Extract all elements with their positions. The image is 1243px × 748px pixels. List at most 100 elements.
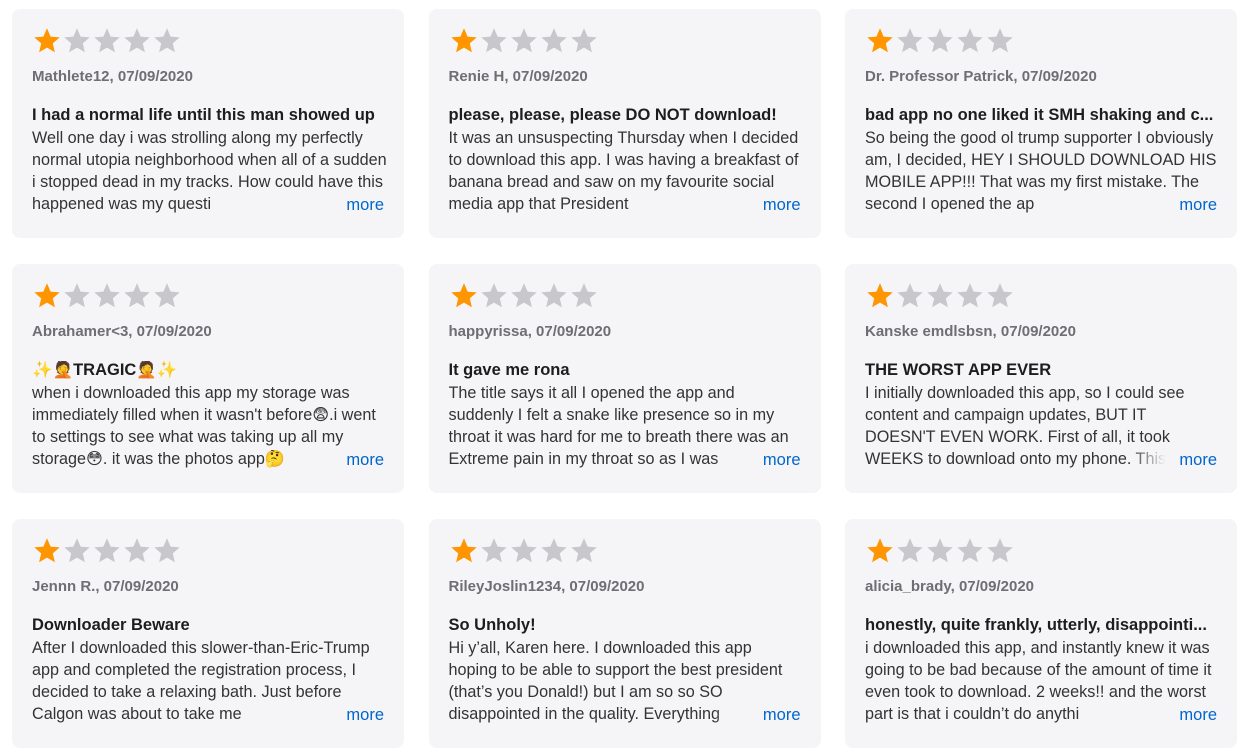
review-author-date: Dr. Professor Patrick, 07/09/2020 — [865, 68, 1097, 85]
star-filled-icon — [865, 281, 895, 311]
review-title: It gave me rona — [448, 361, 570, 379]
star-empty-icon — [539, 536, 569, 566]
star-empty-icon — [955, 281, 985, 311]
more-link[interactable]: more — [1179, 449, 1217, 471]
star-empty-icon — [509, 536, 539, 566]
review-title: please, please, please DO NOT download! — [448, 106, 777, 124]
star-rating — [865, 281, 1015, 311]
review-title: ✨🤦TRAGIC🤦✨ — [32, 361, 178, 379]
review-card: Kanske emdlsbsn, 07/09/2020 THE WORST AP… — [845, 264, 1237, 493]
review-body-container: Well one day i was strolling along my pe… — [32, 127, 387, 215]
star-empty-icon — [479, 281, 509, 311]
star-empty-icon — [895, 281, 925, 311]
star-empty-icon — [955, 536, 985, 566]
review-body-container: After I downloaded this slower-than-Eric… — [32, 637, 387, 725]
review-title: THE WORST APP EVER — [865, 361, 1052, 379]
more-link[interactable]: more — [346, 704, 384, 726]
review-body-container: when i downloaded this app my storage wa… — [32, 382, 387, 470]
review-author-date: happyrissa, 07/09/2020 — [448, 323, 612, 340]
star-empty-icon — [122, 536, 152, 566]
star-empty-icon — [985, 281, 1015, 311]
star-filled-icon — [865, 536, 895, 566]
star-filled-icon — [449, 536, 479, 566]
star-empty-icon — [539, 26, 569, 56]
star-empty-icon — [569, 536, 599, 566]
star-filled-icon — [449, 26, 479, 56]
star-empty-icon — [509, 26, 539, 56]
review-title: Downloader Beware — [32, 616, 190, 634]
star-filled-icon — [32, 26, 62, 56]
star-rating — [449, 536, 599, 566]
more-link[interactable]: more — [763, 704, 801, 726]
review-card: Jennn R., 07/09/2020 Downloader Beware A… — [12, 519, 404, 748]
star-filled-icon — [449, 281, 479, 311]
review-card: Abrahamer<3, 07/09/2020 ✨🤦TRAGIC🤦✨ when … — [12, 264, 404, 493]
more-link[interactable]: more — [346, 194, 384, 216]
star-filled-icon — [865, 26, 895, 56]
star-filled-icon — [32, 536, 62, 566]
review-title: I had a normal life until this man showe… — [32, 106, 375, 124]
star-empty-icon — [92, 536, 122, 566]
star-empty-icon — [539, 281, 569, 311]
star-empty-icon — [152, 536, 182, 566]
review-card: alicia_brady, 07/09/2020 honestly, quite… — [845, 519, 1237, 748]
star-empty-icon — [895, 536, 925, 566]
star-empty-icon — [925, 281, 955, 311]
star-empty-icon — [925, 536, 955, 566]
star-empty-icon — [152, 26, 182, 56]
star-filled-icon — [32, 281, 62, 311]
review-card: Mathlete12, 07/09/2020 I had a normal li… — [12, 9, 404, 238]
star-empty-icon — [92, 26, 122, 56]
review-title: honestly, quite frankly, utterly, disapp… — [865, 616, 1207, 634]
review-author-date: Jennn R., 07/09/2020 — [32, 578, 179, 595]
star-rating — [32, 281, 182, 311]
star-empty-icon — [925, 26, 955, 56]
star-empty-icon — [152, 281, 182, 311]
review-body-container: Hi y’all, Karen here. I downloaded this … — [449, 637, 804, 725]
review-author-date: Abrahamer<3, 07/09/2020 — [32, 323, 212, 340]
star-rating — [449, 281, 599, 311]
star-empty-icon — [569, 281, 599, 311]
star-rating — [865, 26, 1015, 56]
star-empty-icon — [985, 536, 1015, 566]
star-rating — [865, 536, 1015, 566]
star-empty-icon — [479, 536, 509, 566]
review-card: Dr. Professor Patrick, 07/09/2020 bad ap… — [845, 9, 1237, 238]
review-body-container: The title says it all I opened the app a… — [449, 382, 804, 470]
star-empty-icon — [122, 281, 152, 311]
star-empty-icon — [92, 281, 122, 311]
star-rating — [449, 26, 599, 56]
more-link[interactable]: more — [1179, 704, 1217, 726]
more-link[interactable]: more — [763, 194, 801, 216]
star-empty-icon — [122, 26, 152, 56]
review-author-date: alicia_brady, 07/09/2020 — [865, 578, 1035, 595]
review-card: happyrissa, 07/09/2020 It gave me rona T… — [428, 264, 821, 493]
review-body-container: So being the good ol trump supporter I o… — [865, 127, 1220, 215]
review-body-container: I initially downloaded this app, so I co… — [865, 382, 1220, 470]
review-card: Renie H, 07/09/2020 please, please, plea… — [428, 9, 821, 238]
more-link[interactable]: more — [346, 449, 384, 471]
reviews-grid: Mathlete12, 07/09/2020 I had a normal li… — [12, 9, 1237, 748]
star-empty-icon — [985, 26, 1015, 56]
star-empty-icon — [62, 536, 92, 566]
star-empty-icon — [62, 26, 92, 56]
star-rating — [32, 26, 182, 56]
review-author-date: Renie H, 07/09/2020 — [448, 68, 588, 85]
star-empty-icon — [895, 26, 925, 56]
review-author-date: Mathlete12, 07/09/2020 — [32, 68, 193, 85]
review-author-date: Kanske emdlsbsn, 07/09/2020 — [865, 323, 1076, 340]
review-author-date: RileyJoslin1234, 07/09/2020 — [448, 578, 645, 595]
star-empty-icon — [62, 281, 92, 311]
star-empty-icon — [479, 26, 509, 56]
star-rating — [32, 536, 182, 566]
review-title: So Unholy! — [448, 616, 536, 634]
more-link[interactable]: more — [1179, 194, 1217, 216]
review-card: RileyJoslin1234, 07/09/2020 So Unholy! H… — [428, 519, 821, 748]
review-body-container: It was an unsuspecting Thursday when I d… — [449, 127, 804, 215]
review-title: bad app no one liked it SMH shaking and … — [865, 106, 1214, 124]
star-empty-icon — [569, 26, 599, 56]
star-empty-icon — [509, 281, 539, 311]
star-empty-icon — [955, 26, 985, 56]
review-body-container: i downloaded this app, and instantly kne… — [865, 637, 1220, 725]
more-link[interactable]: more — [763, 449, 801, 471]
